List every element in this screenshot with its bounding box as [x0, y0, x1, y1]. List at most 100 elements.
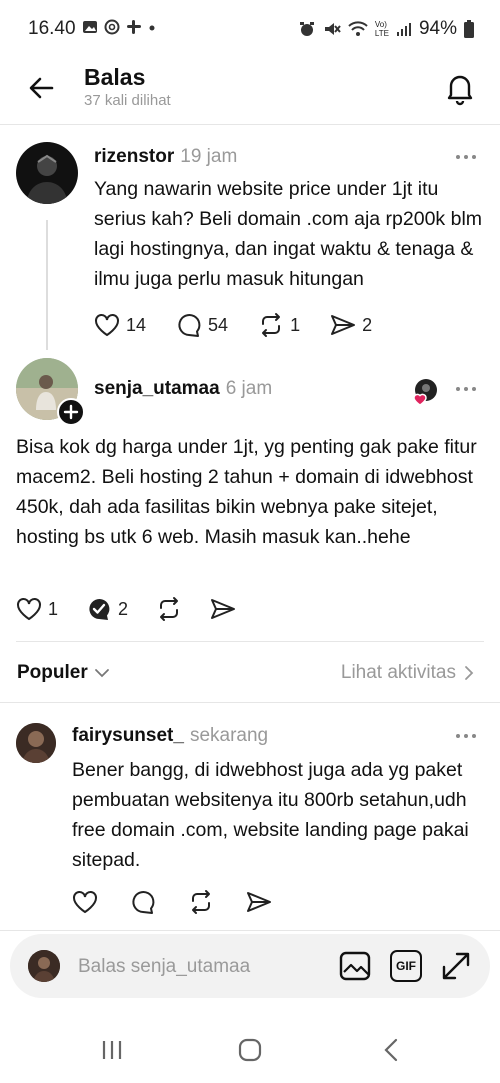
sort-dropdown[interactable]: Populer — [17, 662, 110, 684]
like-count: 14 — [126, 314, 147, 335]
username[interactable]: fairysunset_ — [72, 725, 184, 746]
status-bar: 16.40 Vo) LTE 94% — [0, 0, 500, 58]
like-button[interactable]: 1 — [16, 597, 58, 621]
reply-button[interactable] — [130, 889, 156, 915]
reply-count: 2 — [118, 598, 129, 619]
post-time: 19 jam — [180, 146, 238, 167]
heart-icon — [17, 598, 41, 621]
like-button[interactable]: 14 — [94, 313, 146, 337]
reply-input[interactable]: Balas senja_utamaa — [78, 956, 250, 978]
more-options-button[interactable] — [456, 734, 478, 740]
plus-icon — [63, 404, 79, 420]
like-button[interactable] — [72, 890, 98, 914]
post-senja-utamaa: senja_utamaa 6 jam Bisa kok dg harga unde… — [0, 350, 500, 640]
status-time: 16.40 — [28, 18, 76, 39]
view-count: 37 kali dilihat — [84, 92, 171, 109]
gif-label: GIF — [396, 959, 416, 973]
wifi-icon — [348, 21, 368, 36]
image-icon — [339, 951, 371, 981]
dot-icon — [149, 25, 155, 31]
avatar[interactable] — [16, 723, 56, 763]
send-icon — [211, 599, 236, 619]
reply-button[interactable]: 54 — [176, 312, 228, 338]
username[interactable]: rizenstor — [94, 146, 174, 167]
status-right-icons: Vo) LTE 94% — [298, 18, 474, 40]
follow-button[interactable] — [57, 398, 85, 426]
home-button[interactable] — [236, 1036, 264, 1064]
chevron-left-icon — [384, 1038, 398, 1062]
repost-icon — [160, 597, 179, 621]
post-actions: 1 2 — [16, 596, 236, 622]
battery-percent: 94% — [418, 18, 457, 39]
system-back-button[interactable] — [378, 1036, 406, 1064]
signal-icon — [396, 23, 411, 36]
chevron-down-icon — [94, 669, 109, 678]
alarm-icon — [299, 22, 314, 36]
comment-header: fairysunset_ sekarang — [72, 725, 268, 747]
repost-count: 1 — [290, 314, 301, 335]
network-label: Vo) LTE — [374, 20, 389, 38]
sort-row: Populer Lihat aktivitas — [0, 642, 500, 703]
comment-actions — [72, 889, 272, 915]
status-notification-icons — [82, 19, 156, 35]
gif-button[interactable]: GIF — [390, 950, 422, 982]
view-activity-link[interactable]: Lihat aktivitas — [341, 662, 474, 684]
share-button[interactable]: 2 — [330, 313, 372, 337]
expand-button[interactable] — [440, 950, 472, 982]
username[interactable]: senja_utamaa — [94, 378, 220, 399]
gallery-icon — [83, 21, 97, 33]
liked-by-author-icon — [413, 379, 437, 406]
repost-button[interactable]: 1 — [258, 312, 300, 338]
thread-line — [46, 220, 48, 350]
share-button[interactable] — [210, 597, 236, 621]
expand-icon — [442, 952, 470, 980]
author-replied-icon — [89, 599, 110, 620]
repost-button[interactable] — [188, 889, 214, 915]
more-options-button[interactable] — [456, 155, 478, 161]
reply-bar: Balas senja_utamaa GIF — [10, 934, 490, 998]
post-header: senja_utamaa 6 jam — [94, 378, 272, 400]
repost-icon — [262, 313, 281, 337]
attach-image-button[interactable] — [338, 950, 372, 982]
reply-count: 54 — [208, 314, 229, 335]
comment-fairysunset: fairysunset_ sekarang Bener bangg, di idw… — [0, 703, 500, 928]
comment-time: sekarang — [189, 725, 269, 746]
repost-icon — [192, 890, 210, 914]
repost-button[interactable] — [156, 596, 182, 622]
divider — [0, 930, 500, 931]
heart-icon — [73, 891, 97, 914]
post-rizenstor: rizenstor 19 jam Yang nawarin website pri… — [0, 130, 500, 350]
arrow-left-icon — [29, 77, 54, 99]
avatar[interactable] — [16, 142, 78, 204]
chevron-right-icon — [465, 666, 474, 680]
heart-icon — [95, 314, 119, 337]
send-icon — [331, 315, 356, 335]
comment-text: Bener bangg, di idwebhost juga ada yg pa… — [72, 759, 469, 871]
recents-icon — [102, 1041, 122, 1059]
share-button[interactable] — [246, 890, 272, 914]
slack-icon — [127, 20, 141, 34]
post-text: Yang nawarin website price under 1jt itu… — [94, 178, 483, 290]
like-count: 1 — [48, 598, 59, 619]
post-actions: 14 54 1 2 — [94, 312, 372, 338]
page-title: Balas — [84, 64, 146, 90]
system-nav-bar — [0, 1020, 500, 1083]
back-button[interactable] — [26, 72, 58, 104]
notification-button[interactable] — [442, 70, 478, 106]
send-icon — [247, 892, 271, 912]
threads-icon — [104, 19, 120, 35]
post-text: Bisa kok dg harga under 1jt, yg penting … — [16, 436, 477, 548]
comment-icon — [132, 891, 155, 914]
bell-icon — [447, 75, 473, 106]
reply-button[interactable]: 2 — [86, 596, 128, 622]
battery-icon — [464, 20, 474, 38]
author-liked-badge — [410, 378, 438, 406]
view-activity-label: Lihat aktivitas — [340, 662, 456, 683]
more-options-button[interactable] — [456, 387, 478, 393]
share-count: 2 — [362, 314, 373, 335]
post-header: rizenstor 19 jam — [94, 146, 237, 168]
header: Balas 37 kali dilihat — [0, 58, 500, 125]
mute-icon — [324, 23, 341, 35]
recent-apps-button[interactable] — [98, 1036, 126, 1064]
home-icon — [238, 1038, 262, 1062]
